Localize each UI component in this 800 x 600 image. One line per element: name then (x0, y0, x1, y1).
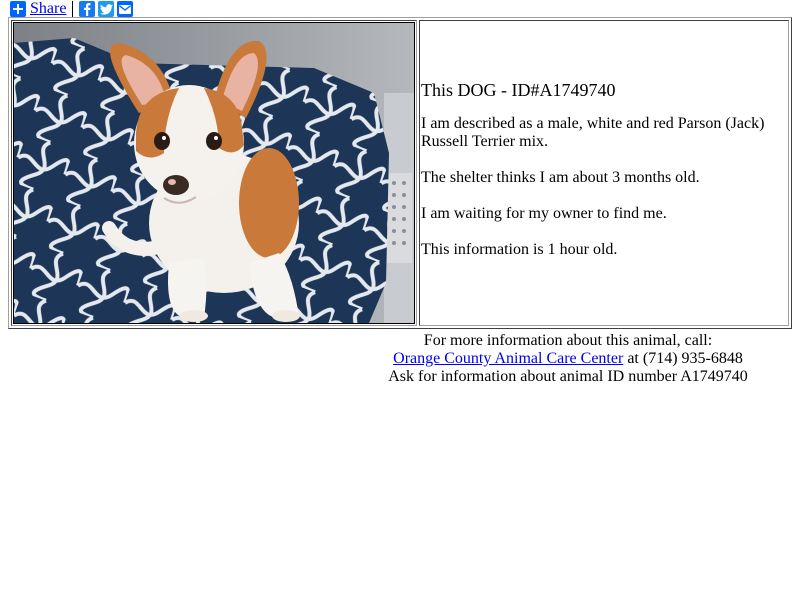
twitter-icon[interactable] (98, 1, 115, 17)
share-link[interactable]: Share (30, 0, 66, 18)
facebook-icon[interactable] (79, 1, 96, 17)
share-divider (72, 1, 74, 17)
animal-info: This DOG - ID#A1749740 I am described as… (421, 80, 781, 277)
animal-description: I am described as a male, white and red … (421, 115, 765, 150)
contact-id-line: Ask for information about animal ID numb… (388, 368, 748, 385)
share-bar: Share (10, 0, 134, 18)
animal-age: The shelter thinks I am about 3 months o… (421, 169, 700, 186)
email-icon[interactable] (117, 1, 134, 17)
contact-shelter-line: Orange County Animal Care Center at (714… (340, 350, 796, 368)
contact-intro: For more information about this animal, … (423, 332, 713, 349)
animal-status: I am waiting for my owner to find me. (421, 205, 667, 222)
contact-block: For more information about this animal, … (340, 332, 796, 386)
shelter-phone: at (714) 935-6848 (623, 350, 743, 367)
shelter-link[interactable]: Orange County Animal Care Center (393, 350, 623, 367)
dog-photo (13, 22, 415, 324)
info-freshness: This information is 1 hour old. (421, 241, 618, 258)
animal-title: This DOG - ID#A1749740 (421, 80, 616, 100)
plus-icon[interactable] (10, 1, 26, 17)
